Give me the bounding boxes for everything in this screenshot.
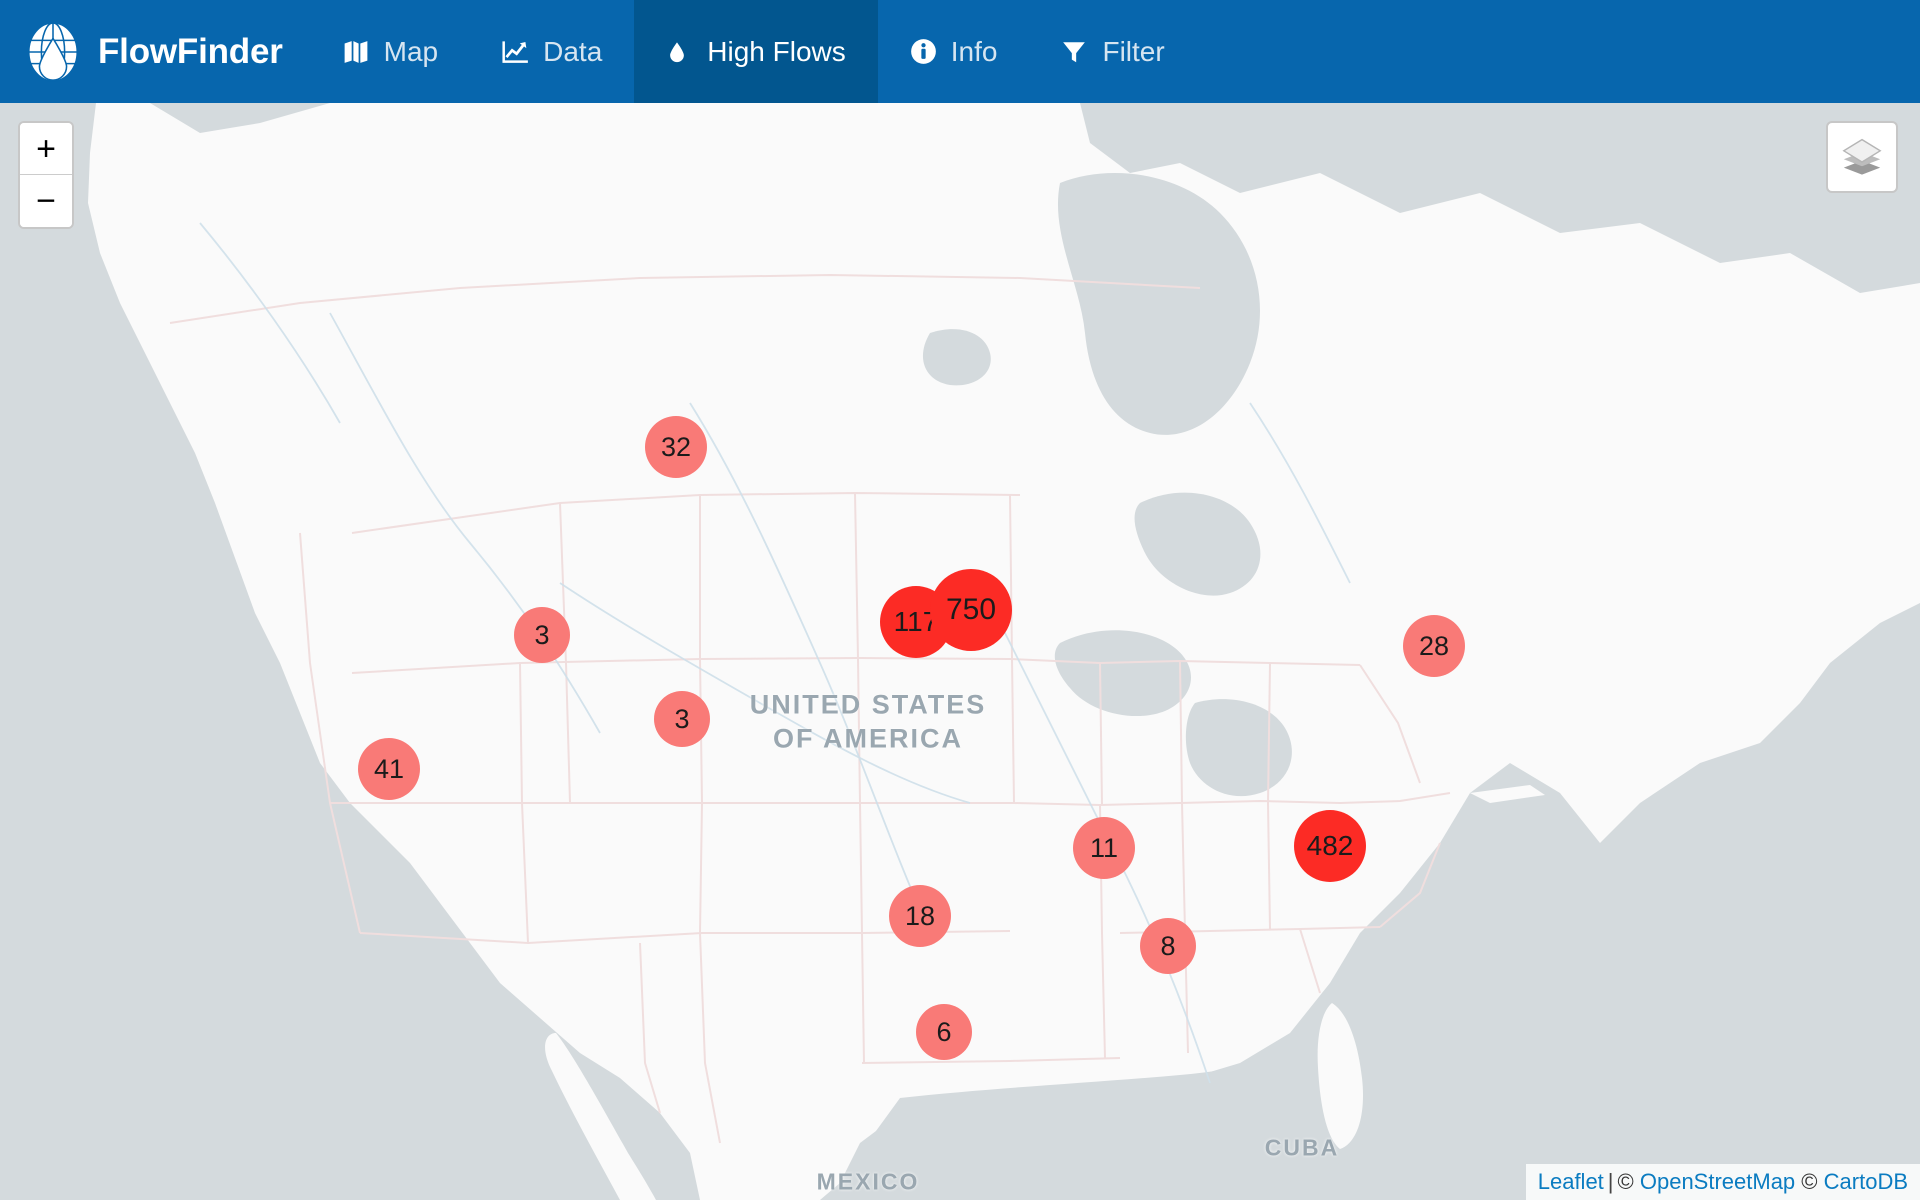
osm-copyright-symbol: © — [1617, 1169, 1634, 1194]
cluster-marker[interactable]: 18 — [889, 885, 951, 947]
cluster-count: 3 — [534, 619, 550, 650]
nav-item-label: High Flows — [707, 35, 846, 67]
map-viewport[interactable]: + − UNITED STATES OF AMERICA MEXICO CUBA … — [0, 103, 1920, 1200]
zoom-out-button[interactable]: − — [20, 175, 72, 227]
cluster-count: 28 — [1418, 630, 1450, 661]
layers-stack-icon — [1841, 135, 1883, 180]
cluster-count: 3 — [674, 703, 690, 734]
cluster-marker[interactable]: 3 — [514, 607, 570, 663]
nav-item-label: Data — [543, 35, 603, 67]
cluster-count: 11 — [1089, 832, 1119, 863]
carto-copyright-symbol: © — [1801, 1169, 1818, 1194]
openstreetmap-link[interactable]: OpenStreetMap — [1640, 1169, 1795, 1194]
cluster-count: 8 — [1160, 930, 1176, 961]
layers-control-button[interactable] — [1826, 121, 1898, 193]
info-circle-icon — [910, 37, 938, 67]
brand-title: FlowFinder — [98, 31, 283, 71]
nav-item-info[interactable]: Info — [878, 0, 1030, 103]
nav-item-data[interactable]: Data — [470, 0, 634, 103]
top-navigation-bar: FlowFinder Map Data High Flows Info Filt… — [0, 0, 1920, 103]
cluster-marker[interactable]: 3 — [654, 691, 710, 747]
leaflet-link[interactable]: Leaflet — [1538, 1169, 1604, 1194]
brand-home-link[interactable]: FlowFinder — [0, 0, 311, 103]
nav-item-filter[interactable]: Filter — [1029, 0, 1196, 103]
cluster-count: 32 — [660, 431, 692, 462]
cluster-count: 6 — [936, 1016, 952, 1047]
funnel-icon — [1061, 37, 1089, 67]
map-zoom-control[interactable]: + − — [18, 121, 74, 229]
cluster-marker[interactable]: 6 — [916, 1004, 972, 1060]
cluster-count: 18 — [904, 900, 936, 931]
water-drop-icon — [666, 37, 694, 67]
cluster-marker[interactable]: 41 — [358, 738, 420, 800]
zoom-in-button[interactable]: + — [20, 123, 72, 175]
cluster-marker[interactable]: 28 — [1403, 615, 1465, 677]
cluster-marker[interactable]: 482 — [1294, 810, 1366, 882]
nav-item-label: Filter — [1102, 35, 1165, 67]
map-icon — [343, 37, 371, 67]
nav-item-label: Info — [950, 35, 998, 67]
map-attribution: Leaflet | © OpenStreetMap © CartoDB — [1525, 1164, 1920, 1200]
cluster-marker[interactable]: 8 — [1140, 918, 1196, 974]
globe-waterdrop-icon — [22, 21, 84, 83]
cluster-count: 41 — [373, 753, 405, 784]
nav-item-high-flows[interactable]: High Flows — [634, 0, 878, 103]
nav-item-map[interactable]: Map — [311, 0, 470, 103]
cartodb-link[interactable]: CartoDB — [1824, 1169, 1908, 1194]
cluster-count: 482 — [1306, 830, 1354, 861]
nav-item-label: Map — [383, 35, 439, 67]
cluster-marker[interactable]: 32 — [645, 416, 707, 478]
attribution-separator: | — [1607, 1169, 1614, 1194]
cluster-marker[interactable]: 11 — [1073, 817, 1135, 879]
cluster-marker[interactable]: 750 — [930, 569, 1012, 651]
cluster-count: 750 — [945, 593, 997, 626]
chart-line-icon — [502, 37, 530, 67]
